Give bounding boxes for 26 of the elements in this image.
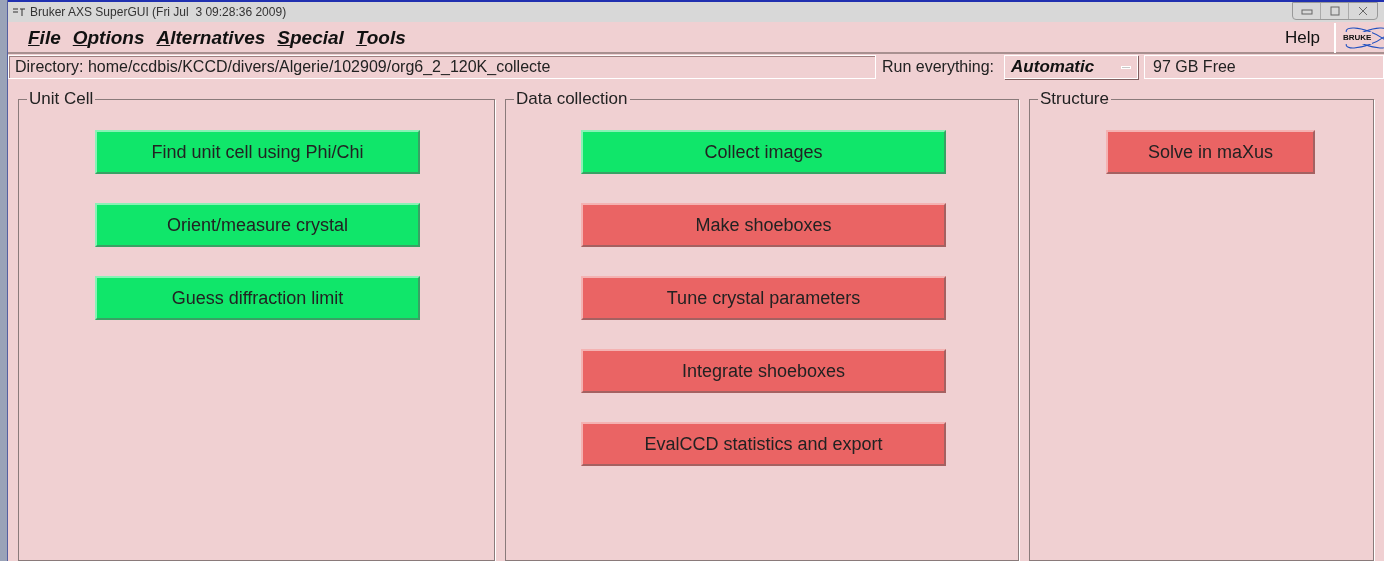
action-button[interactable]: Collect images [581, 130, 946, 174]
help-menu[interactable]: Help [1285, 25, 1320, 51]
action-button[interactable]: Tune crystal parameters [581, 276, 946, 320]
close-icon [1358, 6, 1368, 16]
action-button[interactable]: Make shoeboxes [581, 203, 946, 247]
window-icon [12, 7, 26, 17]
menu-item[interactable]: File [28, 23, 61, 53]
mode-dropdown[interactable]: Automatic [1004, 55, 1139, 79]
maximize-icon [1329, 6, 1340, 16]
action-button[interactable]: Orient/measure crystal [95, 203, 420, 247]
action-button[interactable]: Guess diffraction limit [95, 276, 420, 320]
action-button[interactable]: EvalCCD statistics and export [581, 422, 946, 466]
logo: BRUKE [1334, 23, 1384, 53]
menu-item[interactable]: Options [72, 23, 145, 53]
action-button[interactable]: Solve in maXus [1106, 130, 1315, 174]
action-button[interactable]: Integrate shoeboxes [581, 349, 946, 393]
dropdown-indicator-icon [1121, 65, 1132, 69]
action-button[interactable]: Find unit cell using Phi/Chi [95, 130, 420, 174]
directory-path: Directory: home/ccdbis/KCCD/divers/Algerie/102909/org6_2_120K_collecte [8, 55, 876, 79]
run-label: Run everything: [882, 57, 995, 77]
free-space: 97 GB Free [1144, 55, 1384, 79]
minimize-icon [1300, 7, 1313, 15]
menu-item[interactable]: Tools [355, 23, 406, 53]
menu-item[interactable]: Special [277, 23, 344, 53]
window-title: Bruker AXS SuperGUI (Fri Jul 3 09:28:36 2009) [30, 4, 287, 21]
menu-item[interactable]: Alternatives [156, 23, 266, 53]
